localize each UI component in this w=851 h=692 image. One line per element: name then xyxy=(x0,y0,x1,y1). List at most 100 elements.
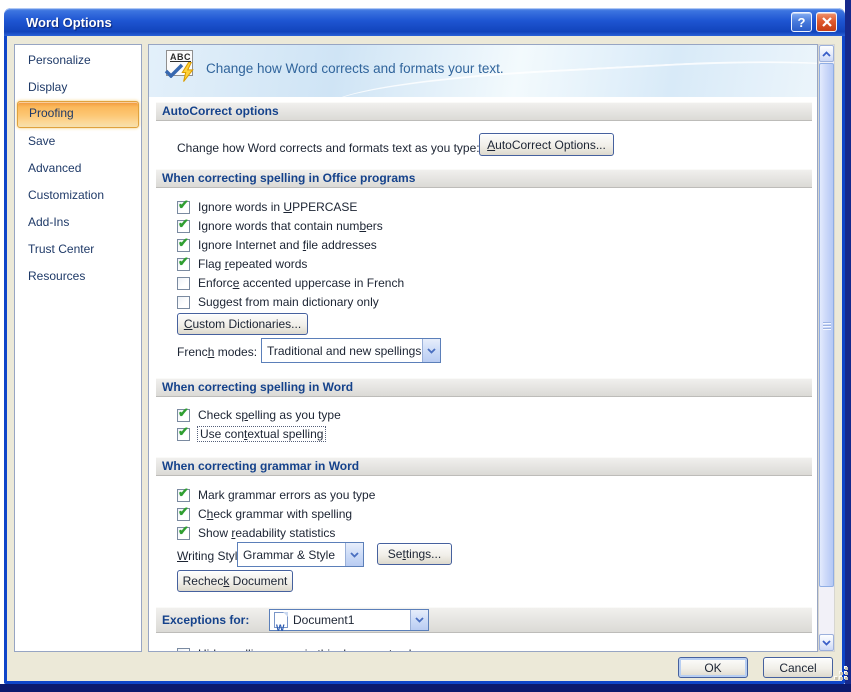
check-icon: ✔ xyxy=(178,522,189,538)
sidebar-item-proofing[interactable]: Proofing xyxy=(17,101,139,128)
checkbox-check-grammar-with-spelling[interactable]: ✔ Check grammar with spelling xyxy=(177,504,353,522)
checkbox[interactable]: ✔ xyxy=(177,254,190,271)
sidebar-item-personalize[interactable]: Personalize xyxy=(15,47,141,74)
check-icon: ✔ xyxy=(178,253,189,269)
scrollbar[interactable] xyxy=(818,44,835,652)
sidebar-item-save[interactable]: Save xyxy=(15,128,141,155)
checkbox-label: Check spelling as you type xyxy=(198,408,341,422)
section-header-exceptions: Exceptions for: W Document1 xyxy=(156,607,812,633)
settings-button[interactable]: Settings... xyxy=(377,543,452,565)
checkbox[interactable]: ✔ xyxy=(177,485,190,502)
checkbox-ignore-uppercase[interactable]: ✔ Ignore words in UPPERCASE xyxy=(177,197,358,215)
sidebar-item-customization[interactable]: Customization xyxy=(15,182,141,209)
section-header-spelling-office: When correcting spelling in Office progr… xyxy=(156,169,812,188)
checkbox-show-readability[interactable]: ✔ Show readability statistics xyxy=(177,523,336,541)
exceptions-value: Document1 xyxy=(293,613,355,627)
resize-grip[interactable] xyxy=(835,667,848,680)
background-bottom-strip xyxy=(0,684,851,692)
checkbox-mark-grammar-errors[interactable]: ✔ Mark grammar errors as you type xyxy=(177,485,376,503)
checkbox[interactable]: ✔ xyxy=(177,405,190,422)
french-modes-label: French modes: xyxy=(177,345,258,359)
chevron-down-icon xyxy=(350,551,359,558)
chevron-up-icon xyxy=(822,50,831,57)
check-icon: ✔ xyxy=(178,404,189,420)
checkbox-label: Suggest from main dictionary only xyxy=(198,295,379,309)
checkbox-suggest-main-dict[interactable]: Suggest from main dictionary only xyxy=(177,294,379,310)
chevron-down-icon xyxy=(822,639,831,646)
word-document-icon: W xyxy=(274,612,288,633)
check-icon: ✔ xyxy=(178,503,189,519)
section-header-autocorrect: AutoCorrect options xyxy=(156,102,812,121)
dialog-title: Word Options xyxy=(26,14,112,30)
close-icon xyxy=(821,17,832,27)
checkbox-enforce-french[interactable]: Enforce accented uppercase in French xyxy=(177,275,404,291)
sidebar: Personalize Display Proofing Save Advanc… xyxy=(14,44,142,652)
checkbox-hide-spelling-errors[interactable]: Hide spelling errors in this document on… xyxy=(177,646,417,651)
main-panel: ABC Change how Word corrects and formats… xyxy=(148,44,818,652)
checkbox-label: Use contextual spelling xyxy=(196,426,327,442)
check-icon: ✔ xyxy=(178,234,189,250)
checkbox-contextual-spelling[interactable]: ✔ Use contextual spelling xyxy=(177,424,327,442)
check-icon: ✔ xyxy=(178,484,189,500)
french-modes-dropdown[interactable]: Traditional and new spellings xyxy=(261,338,441,363)
screen: Word Options ? Personalize Display Proof… xyxy=(0,0,851,692)
lightning-icon xyxy=(181,62,194,82)
proofing-abc-icon: ABC xyxy=(164,50,202,88)
french-modes-value: Traditional and new spellings xyxy=(267,343,422,358)
sidebar-item-addins[interactable]: Add-Ins xyxy=(15,209,141,236)
checkbox-label: Ignore words in UPPERCASE xyxy=(198,200,358,214)
ok-button[interactable]: OK xyxy=(678,657,748,678)
chevron-down-icon xyxy=(427,347,436,354)
checkbox[interactable]: ✔ xyxy=(177,216,190,233)
autocorrect-options-button[interactable]: AutoCorrect Options... xyxy=(479,133,614,156)
checkbox-label: Mark grammar errors as you type xyxy=(198,488,376,502)
chevron-down-icon xyxy=(415,617,424,623)
sidebar-item-resources[interactable]: Resources xyxy=(15,263,141,290)
checkbox[interactable]: ✔ xyxy=(177,235,190,252)
checkbox[interactable]: ✔ xyxy=(177,504,190,521)
check-icon: ✔ xyxy=(178,215,189,231)
help-button[interactable]: ? xyxy=(791,12,812,32)
checkbox-label: Flag repeated words xyxy=(198,257,308,271)
checkbox[interactable]: ✔ xyxy=(177,197,190,214)
checkbox[interactable] xyxy=(177,295,190,309)
background-right-strip xyxy=(845,0,851,692)
sidebar-item-trust-center[interactable]: Trust Center xyxy=(15,236,141,263)
sidebar-item-advanced[interactable]: Advanced xyxy=(15,155,141,182)
checkbox[interactable]: ✔ xyxy=(177,424,190,441)
checkbox-ignore-internet[interactable]: ✔ Ignore Internet and file addresses xyxy=(177,235,377,253)
checkbox[interactable]: ✔ xyxy=(177,523,190,540)
writing-style-dropdown[interactable]: Grammar & Style xyxy=(237,542,364,567)
checkbox-flag-repeated[interactable]: ✔ Flag repeated words xyxy=(177,254,308,272)
dropdown-arrow-button[interactable] xyxy=(410,610,428,630)
checkbox-check-spelling-as-type[interactable]: ✔ Check spelling as you type xyxy=(177,405,341,423)
checkbox-label: Check grammar with spelling xyxy=(198,507,353,521)
check-icon: ✔ xyxy=(178,423,189,439)
autocorrect-row-label: Change how Word corrects and formats tex… xyxy=(177,141,480,155)
dropdown-arrow-button[interactable] xyxy=(422,339,440,362)
page-description: Change how Word corrects and formats you… xyxy=(206,61,504,76)
cancel-button[interactable]: Cancel xyxy=(763,657,833,678)
checkbox-ignore-numbers[interactable]: ✔ Ignore words that contain numbers xyxy=(177,216,383,234)
checkbox-label: Show readability statistics xyxy=(198,526,336,540)
exceptions-dropdown[interactable]: W Document1 xyxy=(269,609,429,633)
exceptions-label: Exceptions for: xyxy=(162,613,250,627)
scroll-up-button[interactable] xyxy=(819,45,834,62)
custom-dictionaries-button[interactable]: Custom Dictionaries... xyxy=(177,313,308,335)
section-header-grammar-word: When correcting grammar in Word xyxy=(156,457,812,476)
scrollbar-thumb[interactable] xyxy=(819,63,834,587)
checkbox-label: Enforce accented uppercase in French xyxy=(198,276,405,290)
recheck-document-button[interactable]: Recheck Document xyxy=(177,570,293,592)
help-icon: ? xyxy=(797,14,806,30)
checkbox[interactable] xyxy=(177,647,190,651)
scroll-down-button[interactable] xyxy=(819,634,834,651)
close-button[interactable] xyxy=(816,12,837,32)
checkbox-label: Ignore words that contain numbers xyxy=(198,219,383,233)
checkbox[interactable] xyxy=(177,276,190,290)
sidebar-item-display[interactable]: Display xyxy=(15,74,141,101)
dialog-titlebar[interactable]: Word Options ? xyxy=(4,8,845,36)
writing-style-value: Grammar & Style xyxy=(243,547,336,562)
checkbox-label: Ignore Internet and file addresses xyxy=(198,238,377,252)
dropdown-arrow-button[interactable] xyxy=(345,543,363,566)
section-header-spelling-word: When correcting spelling in Word xyxy=(156,378,812,397)
